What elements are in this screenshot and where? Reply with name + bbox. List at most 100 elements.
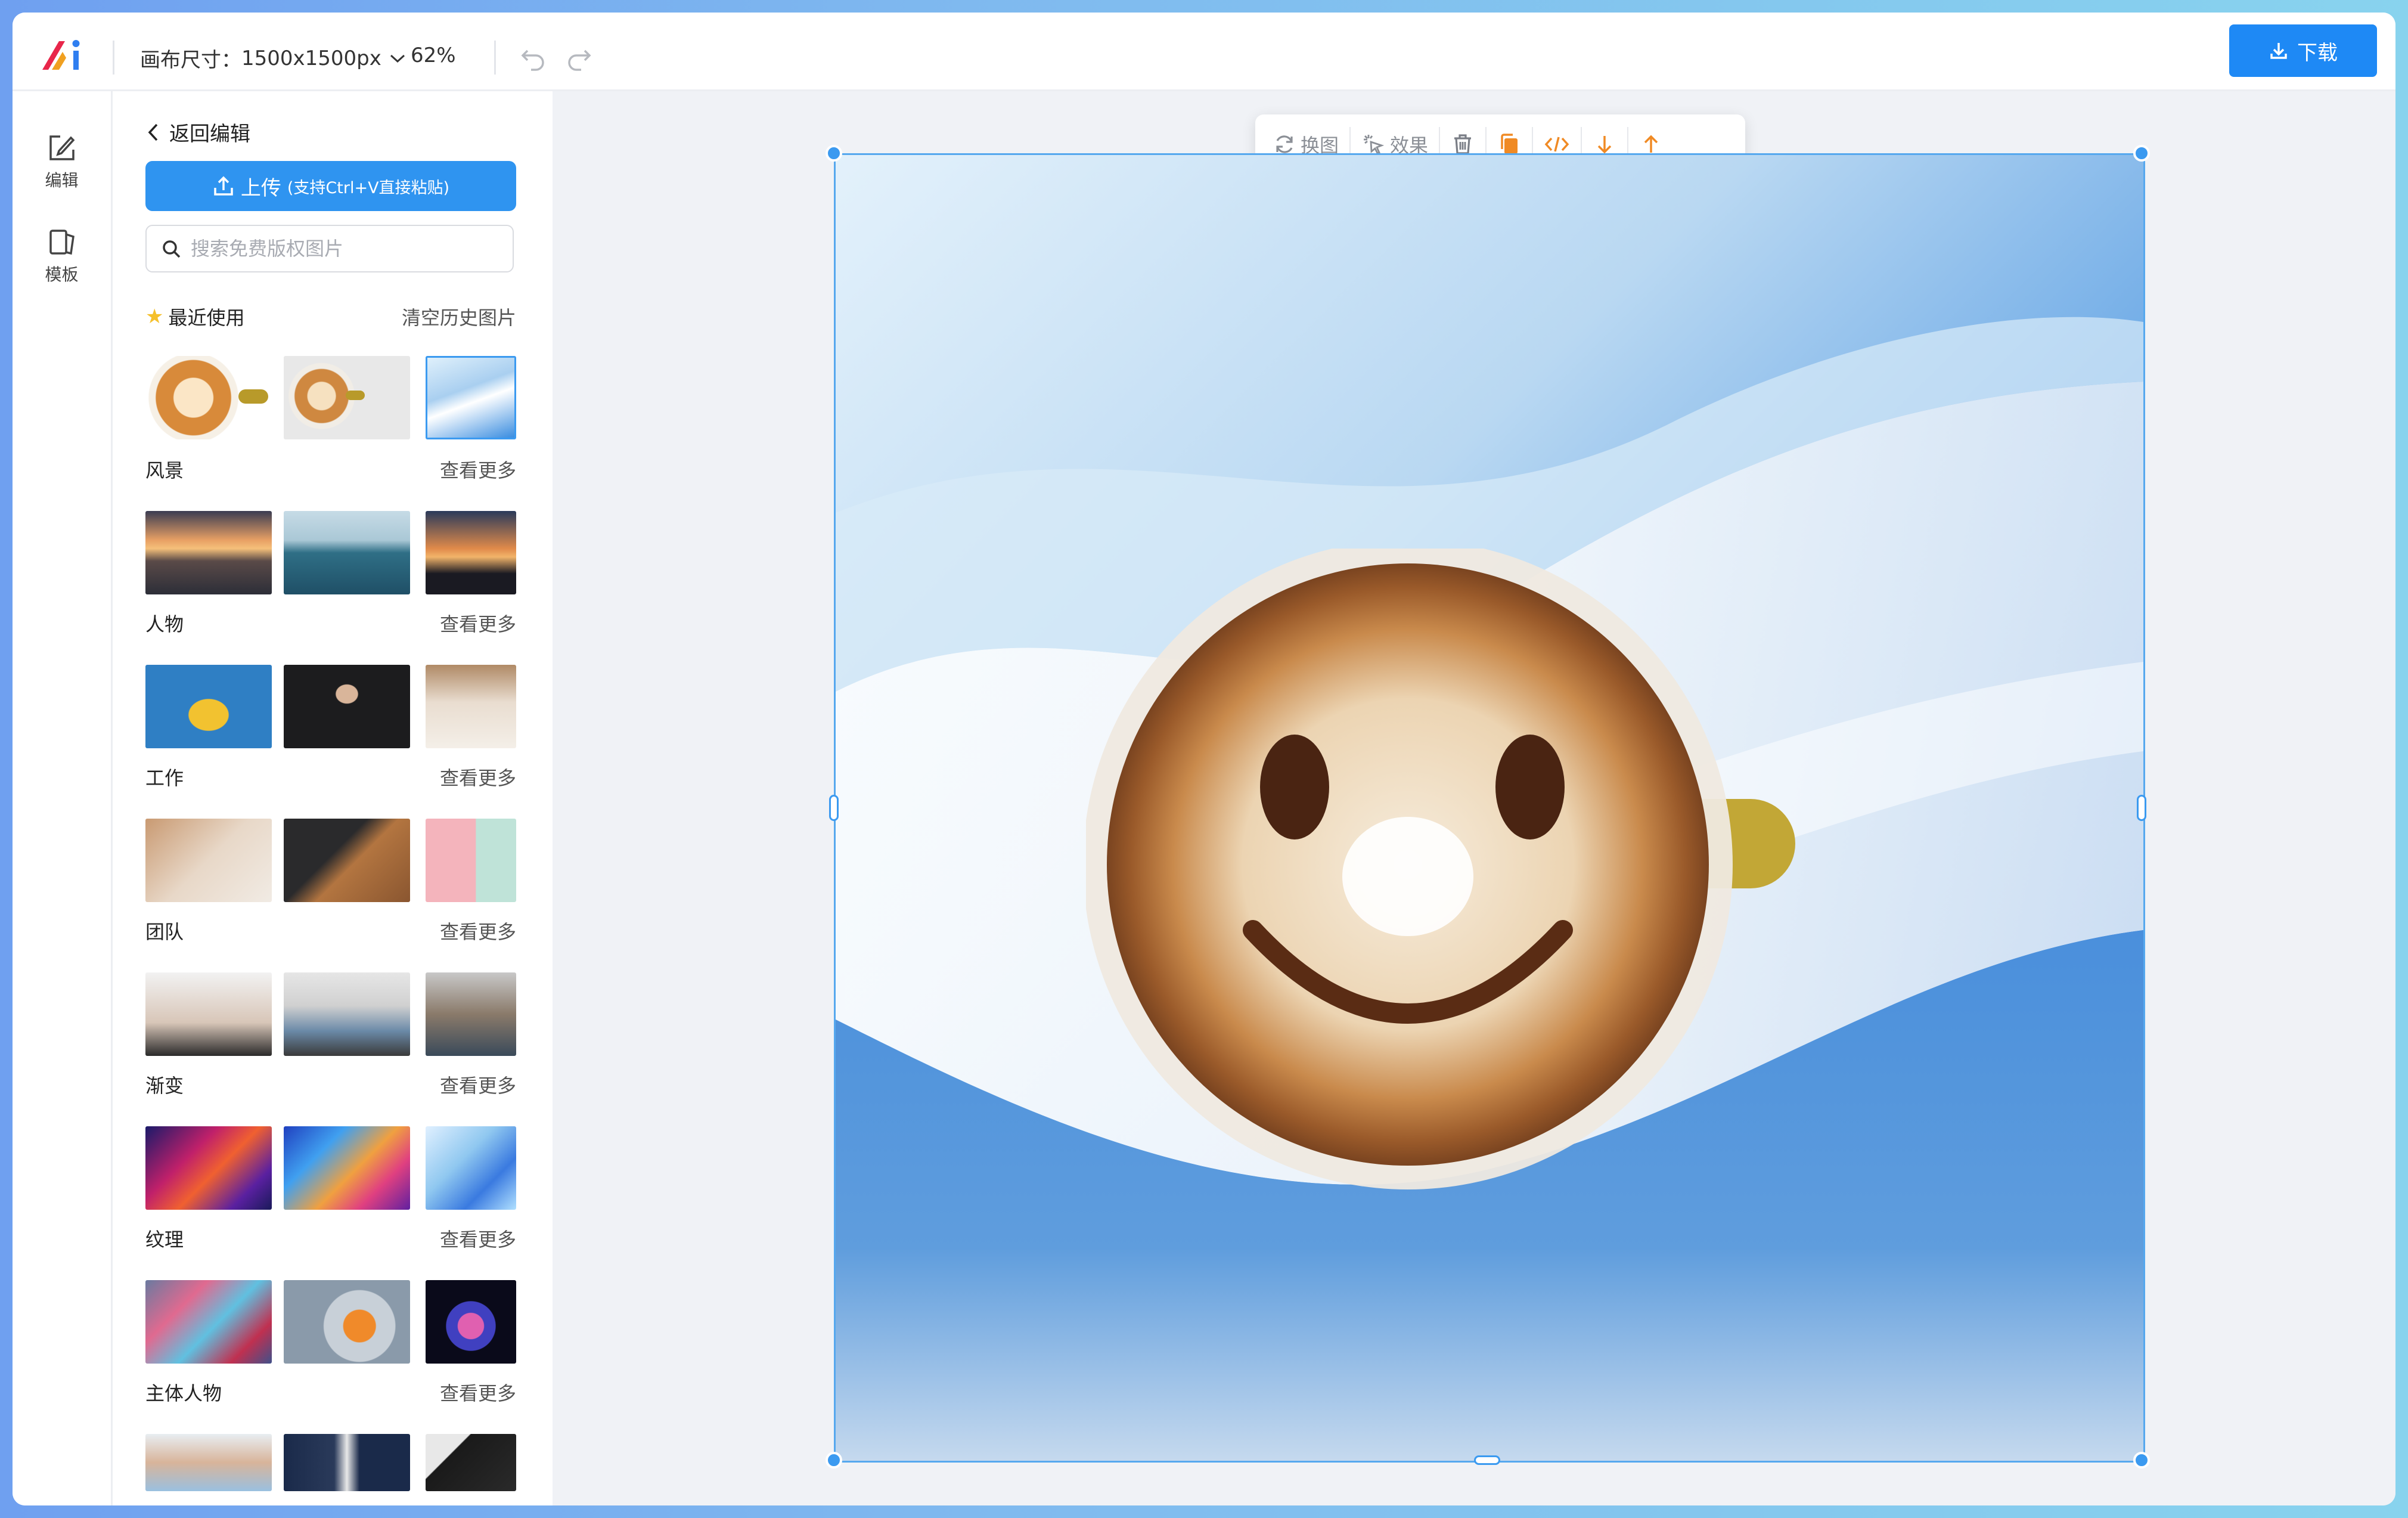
rail-label-edit: 编辑	[45, 171, 79, 190]
redo-icon[interactable]	[563, 41, 594, 72]
section-header-work: 工作 查看更多	[145, 764, 516, 790]
copy-icon	[1501, 134, 1518, 154]
subject-thumbs	[145, 1434, 516, 1491]
thumb-work-clock[interactable]	[426, 819, 516, 902]
thumb-team-group[interactable]	[284, 972, 410, 1056]
work-thumbs	[145, 819, 516, 902]
back-to-edit-link[interactable]: 返回编辑	[147, 117, 250, 147]
resize-handle-bottom-right[interactable]	[2133, 1452, 2150, 1469]
thumb-subject-man[interactable]	[145, 1434, 272, 1491]
thumb-scenery-sunset-sea[interactable]	[145, 511, 272, 594]
thumb-texture-spheres[interactable]	[284, 1280, 410, 1364]
back-label: 返回编辑	[169, 122, 250, 146]
section-header-people: 人物 查看更多	[145, 610, 516, 636]
thumb-recent-coffee-small[interactable]	[284, 356, 410, 439]
team-thumbs	[145, 972, 516, 1056]
rail-item-edit[interactable]: 编辑	[13, 133, 111, 191]
canvas-workspace: 换图 效果	[553, 91, 2395, 1505]
see-more-subject[interactable]: 查看更多	[440, 1378, 516, 1406]
app-window: 画布尺寸： 1500x1500px 62% 下载 编辑 模板 返回编辑 上传 (…	[13, 13, 2395, 1505]
resize-handle-bottom[interactable]	[1474, 1455, 1500, 1465]
thumb-team-meeting[interactable]	[426, 972, 516, 1056]
see-more-texture[interactable]: 查看更多	[440, 1225, 516, 1252]
upload-icon	[214, 176, 233, 196]
app-logo[interactable]	[39, 34, 86, 77]
see-more-people[interactable]: 查看更多	[440, 609, 516, 637]
section-header-subject: 主体人物 查看更多	[145, 1379, 516, 1405]
see-more-gradient[interactable]: 查看更多	[440, 1071, 516, 1098]
resize-handle-right[interactable]	[2137, 795, 2146, 821]
arrow-down-icon	[1597, 136, 1612, 154]
canvas-size-value: 1500x1500px	[241, 46, 381, 70]
selected-canvas-image[interactable]	[834, 153, 2145, 1463]
image-search-box[interactable]	[145, 225, 514, 272]
resize-handle-left[interactable]	[829, 795, 839, 821]
section-title-gradient: 渐变	[145, 1074, 184, 1097]
search-icon	[163, 240, 181, 258]
upload-hint: (支持Ctrl+V直接粘贴)	[287, 178, 450, 197]
thumb-scenery-ocean[interactable]	[284, 511, 410, 594]
thumb-texture-glass[interactable]	[145, 1280, 272, 1364]
latte-smiley-image	[1086, 549, 1795, 1189]
template-icon	[49, 230, 75, 255]
image-library-panel: 返回编辑 上传 (支持Ctrl+V直接粘贴) ★ 最近使用 清空历史图片	[113, 91, 551, 1505]
zoom-level[interactable]: 62%	[411, 44, 456, 67]
clear-history-link[interactable]: 清空历史图片	[402, 303, 516, 330]
code-icon	[1544, 137, 1569, 152]
thumb-gradient-purple[interactable]	[145, 1126, 272, 1210]
download-label: 下载	[2297, 41, 2338, 65]
thumb-texture-bubble[interactable]	[426, 1280, 516, 1364]
thumb-recent-wave[interactable]	[426, 356, 516, 439]
section-header-gradient: 渐变 查看更多	[145, 1071, 516, 1098]
recent-thumbs	[145, 356, 516, 439]
refresh-icon	[1276, 135, 1293, 153]
header-divider	[494, 41, 496, 75]
thumb-gradient-blue[interactable]	[426, 1126, 516, 1210]
section-title-scenery: 风景	[145, 459, 184, 482]
undo-icon[interactable]	[518, 41, 549, 72]
recent-section-header: ★ 最近使用 清空历史图片	[145, 303, 516, 330]
canvas-size-label: 画布尺寸：	[140, 48, 241, 72]
thumb-recent-coffee[interactable]	[145, 356, 272, 439]
see-more-team[interactable]: 查看更多	[440, 917, 516, 944]
thumb-people-cafe[interactable]	[426, 665, 516, 748]
edit-icon	[49, 135, 75, 160]
thumb-subject-jacket[interactable]	[284, 1434, 410, 1491]
magic-cursor-icon	[1364, 135, 1385, 154]
section-header-texture: 纹理 查看更多	[145, 1225, 516, 1251]
thumb-people-black[interactable]	[284, 665, 410, 748]
rail-item-template[interactable]: 模板	[13, 227, 111, 286]
section-title-team: 团队	[145, 921, 184, 943]
section-title-work: 工作	[145, 767, 184, 789]
thumb-work-desk[interactable]	[145, 819, 272, 902]
scenery-thumbs	[145, 511, 516, 594]
thumb-subject-dark[interactable]	[426, 1434, 516, 1491]
download-icon	[2270, 43, 2287, 59]
rail-label-template: 模板	[45, 265, 79, 284]
thumb-work-laptop[interactable]	[284, 819, 410, 902]
resize-handle-top-left[interactable]	[826, 145, 842, 162]
trash-icon	[1454, 134, 1472, 154]
gradient-thumbs	[145, 1126, 516, 1210]
chevron-down-icon	[390, 54, 405, 63]
search-input[interactable]	[190, 237, 502, 261]
resize-handle-top-right[interactable]	[2133, 145, 2150, 162]
section-title-subject: 主体人物	[145, 1382, 222, 1405]
top-header: 画布尺寸： 1500x1500px 62% 下载	[13, 13, 2395, 91]
recent-title: 最近使用	[168, 306, 245, 329]
star-icon: ★	[145, 305, 164, 329]
download-button[interactable]: 下载	[2229, 24, 2377, 77]
upload-button[interactable]: 上传 (支持Ctrl+V直接粘贴)	[145, 161, 516, 211]
thumb-people-yellow[interactable]	[145, 665, 272, 748]
canvas-size-selector[interactable]: 画布尺寸： 1500x1500px	[140, 44, 406, 73]
upload-label: 上传	[240, 176, 281, 200]
see-more-scenery[interactable]: 查看更多	[440, 456, 516, 483]
thumb-scenery-grass-sunset[interactable]	[426, 511, 516, 594]
people-thumbs	[145, 665, 516, 748]
thumb-gradient-rainbow[interactable]	[284, 1126, 410, 1210]
see-more-work[interactable]: 查看更多	[440, 763, 516, 791]
resize-handle-bottom-left[interactable]	[826, 1452, 842, 1469]
section-title-people: 人物	[145, 613, 184, 636]
arrow-up-icon	[1644, 135, 1658, 153]
thumb-team-fists[interactable]	[145, 972, 272, 1056]
